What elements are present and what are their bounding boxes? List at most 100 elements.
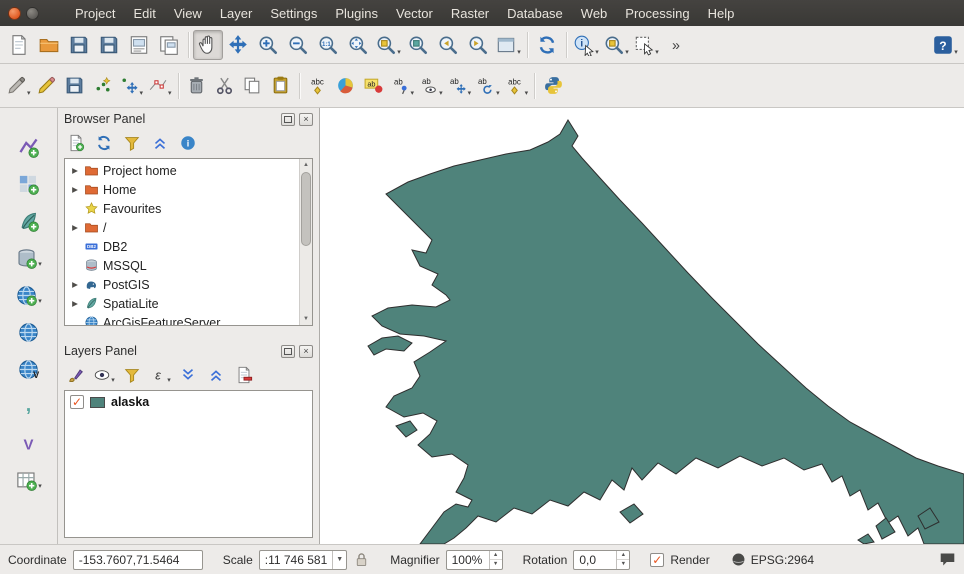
map-canvas[interactable] xyxy=(320,108,964,544)
help-button[interactable]: ▾ xyxy=(930,30,960,60)
add-virtual-layer-button[interactable] xyxy=(7,430,51,456)
expand-arrow-icon[interactable]: ▶ xyxy=(70,185,80,194)
zoom-out-button[interactable] xyxy=(283,30,313,60)
filter-browser-button[interactable] xyxy=(120,131,144,155)
add-wfs-layer-button[interactable] xyxy=(7,356,51,382)
current-edits-button[interactable]: ▾ xyxy=(4,71,33,101)
move-feature-button[interactable]: ▾ xyxy=(117,71,146,101)
add-vector-layer-button[interactable] xyxy=(7,134,51,160)
rotation-spinbox[interactable]: 0,0 ▲▼ xyxy=(573,550,630,570)
remove-layer-button[interactable] xyxy=(232,363,256,387)
expand-arrow-icon[interactable]: ▶ xyxy=(70,223,80,232)
collapse-all-layers-button[interactable] xyxy=(204,363,228,387)
pin-labels-button[interactable]: ▾ xyxy=(388,71,417,101)
layer-visibility-checkbox[interactable] xyxy=(70,395,84,409)
zoom-to-selection-button[interactable]: ▾ xyxy=(373,30,403,60)
show-hide-labels-button[interactable]: ▾ xyxy=(416,71,445,101)
map-themes-button[interactable]: ▾ xyxy=(92,363,116,387)
paste-features-button[interactable] xyxy=(267,71,295,101)
spin-up-icon[interactable]: ▲ xyxy=(490,551,502,561)
select-features-button[interactable]: ▾ xyxy=(631,30,661,60)
zoom-native-button[interactable] xyxy=(313,30,343,60)
cut-features-button[interactable] xyxy=(211,71,239,101)
map-tips-button[interactable] xyxy=(332,71,360,101)
expression-filter-button[interactable]: ▾ xyxy=(148,363,172,387)
add-feature-button[interactable] xyxy=(89,71,117,101)
move-label-button[interactable]: ▾ xyxy=(445,71,474,101)
window-close-button[interactable] xyxy=(8,7,21,20)
crs-status-button[interactable]: EPSG:2964 xyxy=(730,551,814,568)
expand-arrow-icon[interactable]: ▶ xyxy=(70,280,80,289)
spin-buttons[interactable]: ▲▼ xyxy=(489,551,502,569)
menu-help[interactable]: Help xyxy=(699,2,744,25)
panel-close-button[interactable]: × xyxy=(299,113,313,126)
scroll-up-arrow-icon[interactable]: ▲ xyxy=(300,159,312,171)
add-delimited-text-button[interactable] xyxy=(7,393,51,419)
refresh-browser-button[interactable] xyxy=(92,131,116,155)
expand-arrow-icon[interactable]: ▶ xyxy=(70,299,80,308)
toolbar-overflow-button[interactable] xyxy=(661,30,691,60)
menu-database[interactable]: Database xyxy=(498,2,572,25)
tree-item-project-home[interactable]: ▶ Project home xyxy=(65,161,299,180)
scroll-down-arrow-icon[interactable]: ▼ xyxy=(300,313,312,325)
new-map-view-button[interactable]: ▾ xyxy=(493,30,523,60)
browser-properties-button[interactable] xyxy=(176,131,200,155)
scale-combo[interactable]: :11 746 581 ▼ xyxy=(259,550,348,570)
panel-float-button[interactable] xyxy=(281,345,295,358)
change-label-button[interactable]: ▾ xyxy=(502,71,531,101)
menu-raster[interactable]: Raster xyxy=(442,2,498,25)
add-web-layer-button[interactable]: ▾ xyxy=(7,282,51,308)
pan-to-selection-button[interactable] xyxy=(223,30,253,60)
spin-down-icon[interactable]: ▼ xyxy=(490,560,502,569)
add-wms-layer-button[interactable] xyxy=(7,319,51,345)
python-console-button[interactable] xyxy=(539,71,567,101)
zoom-in-button[interactable] xyxy=(253,30,283,60)
menu-view[interactable]: View xyxy=(165,2,211,25)
tree-item-postgis[interactable]: ▶ PostGIS xyxy=(65,275,299,294)
save-project-as-button[interactable] xyxy=(94,30,124,60)
copy-features-button[interactable] xyxy=(239,71,267,101)
layer-item-alaska[interactable]: alaska xyxy=(65,391,312,413)
new-spatialite-layer-button[interactable] xyxy=(7,208,51,234)
menu-edit[interactable]: Edit xyxy=(124,2,164,25)
menu-project[interactable]: Project xyxy=(66,2,124,25)
tree-item-mssql[interactable]: ▶ MSSQL xyxy=(65,256,299,275)
add-selected-layers-button[interactable] xyxy=(64,131,88,155)
new-print-layout-button[interactable] xyxy=(124,30,154,60)
spin-up-icon[interactable]: ▲ xyxy=(617,551,629,561)
identify-features-button[interactable]: ▾ xyxy=(571,30,601,60)
filter-legend-button[interactable] xyxy=(120,363,144,387)
tree-item-spatialite[interactable]: ▶ SpatiaLite xyxy=(65,294,299,313)
add-raster-layer-button[interactable] xyxy=(7,171,51,197)
save-layer-edits-button[interactable] xyxy=(61,71,89,101)
vertex-tool-button[interactable]: ▾ xyxy=(145,71,174,101)
refresh-button[interactable] xyxy=(532,30,562,60)
layout-manager-button[interactable] xyxy=(154,30,184,60)
expand-arrow-icon[interactable]: ▶ xyxy=(70,166,80,175)
coordinate-input[interactable]: -153.7607,71.5464 xyxy=(73,550,203,570)
rotate-label-button[interactable]: ▾ xyxy=(473,71,502,101)
tree-item-db2[interactable]: ▶ DB2 xyxy=(65,237,299,256)
zoom-full-button[interactable] xyxy=(343,30,373,60)
panel-close-button[interactable]: × xyxy=(299,345,313,358)
spin-down-icon[interactable]: ▼ xyxy=(617,560,629,569)
tree-item-arcgisfeatureserver[interactable]: ▶ ArcGisFeatureServer xyxy=(65,313,299,326)
collapse-all-button[interactable] xyxy=(148,131,172,155)
save-project-button[interactable] xyxy=(64,30,94,60)
panel-float-button[interactable] xyxy=(281,113,295,126)
render-checkbox[interactable] xyxy=(650,553,664,567)
menu-layer[interactable]: Layer xyxy=(211,2,262,25)
toggle-editing-button[interactable] xyxy=(33,71,61,101)
browser-scrollbar[interactable]: ▲ ▼ xyxy=(299,159,312,325)
layer-labeling-button[interactable] xyxy=(304,71,332,101)
tree-item-favourites[interactable]: ▶ Favourites xyxy=(65,199,299,218)
magnifier-spinbox[interactable]: 100% ▲▼ xyxy=(446,550,503,570)
spin-buttons[interactable]: ▲▼ xyxy=(616,551,629,569)
delete-selected-button[interactable] xyxy=(183,71,211,101)
messages-bubble-icon[interactable] xyxy=(939,551,956,568)
scrollbar-thumb[interactable] xyxy=(301,172,311,246)
open-project-button[interactable] xyxy=(34,30,64,60)
menu-plugins[interactable]: Plugins xyxy=(326,2,387,25)
zoom-next-button[interactable] xyxy=(463,30,493,60)
new-project-button[interactable] xyxy=(4,30,34,60)
